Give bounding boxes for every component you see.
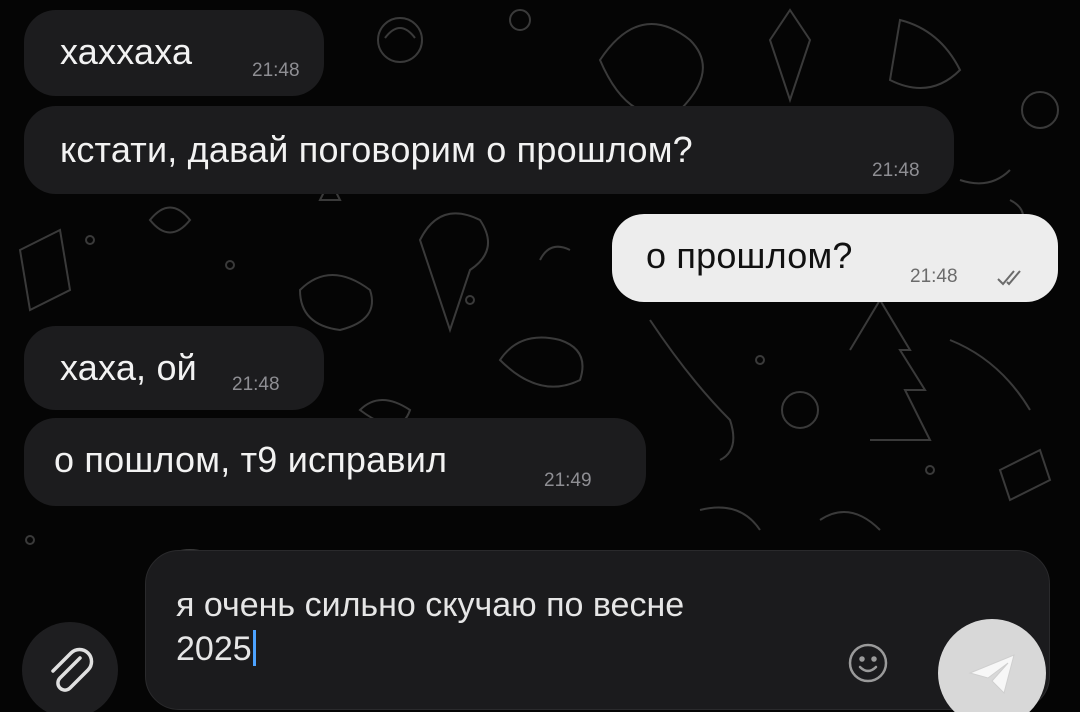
message-bubble-incoming[interactable]: кстати, давай поговорим о прошлом? 21:48 xyxy=(24,106,954,194)
message-bubble-incoming[interactable]: хаха, ой 21:48 xyxy=(24,326,324,410)
double-check-icon xyxy=(997,270,1021,286)
message-bubble-incoming[interactable]: хаххаха 21:48 xyxy=(24,10,324,96)
attach-button[interactable] xyxy=(22,622,118,712)
message-timestamp: 21:48 xyxy=(910,266,958,287)
message-timestamp: 21:48 xyxy=(232,374,280,395)
send-button[interactable] xyxy=(938,619,1048,712)
message-text: хаха, ой xyxy=(60,347,197,388)
message-text: о пошлом, т9 исправил xyxy=(54,439,448,480)
message-text: хаххаха xyxy=(60,31,193,72)
message-bubble-outgoing[interactable]: о прошлом? 21:48 xyxy=(612,214,1058,302)
message-timestamp: 21:48 xyxy=(252,60,300,81)
paperclip-icon xyxy=(51,647,94,692)
message-input[interactable]: я очень сильно скучаю по весне 2025 xyxy=(145,550,1050,712)
message-input-text[interactable]: я очень сильно скучаю по весне 2025 xyxy=(176,583,896,671)
message-text: о прошлом? xyxy=(646,235,853,276)
message-bubble-incoming[interactable]: о пошлом, т9 исправил 21:49 xyxy=(24,418,646,506)
message-timestamp: 21:49 xyxy=(544,470,592,491)
paper-plane-icon xyxy=(968,654,1015,694)
smiley-icon[interactable] xyxy=(846,641,890,685)
message-composer: я очень сильно скучаю по весне 2025 xyxy=(0,540,1080,712)
message-text: кстати, давай поговорим о прошлом? xyxy=(60,129,693,170)
text-caret xyxy=(252,630,256,666)
message-timestamp: 21:48 xyxy=(872,160,920,181)
